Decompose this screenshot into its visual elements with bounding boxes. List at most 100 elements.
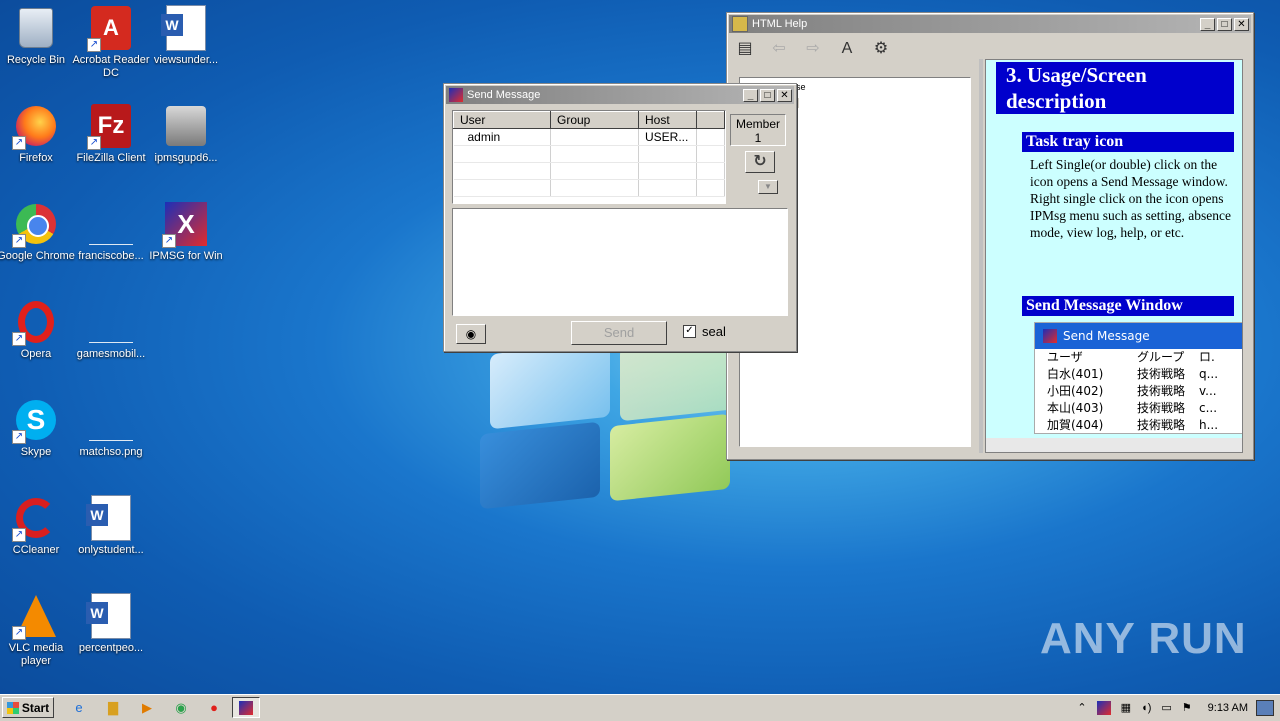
ipmsg-icon xyxy=(449,88,463,102)
embedded-screenshot: Send Message ユーザ グループ ロ. 白水(401) 技術戦略 q... 小… xyxy=(1034,322,1242,434)
taskbar: Start e ▇ ▶ ◉ ● ⌃ ▦ ◖) ▭ ⚑ 9:13 AM xyxy=(0,694,1280,721)
html-help-window: HTML Help _ □ ✕ ▤ ⇦ ⇨ A ⚙ panese glish 3… xyxy=(726,12,1254,460)
close-button[interactable]: ✕ xyxy=(1234,17,1249,31)
blank-file-icon xyxy=(89,424,133,441)
windows-logo-wallpaper xyxy=(480,333,740,510)
chevron-down-icon: ▼ xyxy=(764,182,772,191)
user-list[interactable]: User Group Host admin USER... xyxy=(452,110,726,204)
minimize-button[interactable]: _ xyxy=(1200,17,1215,31)
refresh-icon: ↻ xyxy=(753,153,767,170)
desktop-icon-ipmsgupd[interactable]: ipmsgupd6... xyxy=(147,104,225,165)
word-doc-icon: W xyxy=(86,593,131,639)
screenshot-row: 白水(401) 技術戦略 q... xyxy=(1047,367,1219,381)
section-heading-task-tray: Task tray icon xyxy=(1022,132,1234,152)
close-button[interactable]: ✕ xyxy=(777,88,792,102)
taskbar-ipmsg-button[interactable] xyxy=(232,697,260,718)
seal-checkbox-group[interactable]: ✓ seal xyxy=(683,324,726,339)
network-icon[interactable]: ▦ xyxy=(1121,701,1131,714)
screenshot-row: 加賀(404) 技術戦略 h... xyxy=(1047,418,1219,432)
send-message-titlebar[interactable]: Send Message _ □ ✕ xyxy=(446,86,794,104)
desktop-icon-recycle-bin[interactable]: Recycle Bin xyxy=(0,6,75,67)
maximize-button[interactable]: □ xyxy=(1217,17,1232,31)
column-header-host[interactable]: Host xyxy=(638,111,697,129)
seal-label: seal xyxy=(702,324,726,339)
seal-checkbox[interactable]: ✓ xyxy=(683,325,696,338)
cell-user: admin xyxy=(453,128,551,146)
start-button[interactable]: Start xyxy=(2,697,54,718)
desktop-icon-ccleaner[interactable]: ↗ CCleaner xyxy=(0,496,75,557)
capture-button[interactable]: ◉ xyxy=(456,324,486,344)
desktop-icon-skype[interactable]: S ↗ Skype xyxy=(0,398,75,459)
help-book-icon xyxy=(732,16,748,32)
column-header-user[interactable]: User xyxy=(453,111,551,129)
folder-icon[interactable]: ▇ xyxy=(104,699,122,717)
desktop-icon-percentpeo[interactable]: W percentpeo... xyxy=(72,593,150,655)
flag-icon[interactable]: ⚑ xyxy=(1182,701,1192,714)
desktop-icon-opera[interactable]: ↗ Opera xyxy=(0,300,75,361)
font-size-icon[interactable]: A xyxy=(837,39,857,59)
page-heading: 3. Usage/Screen description xyxy=(996,62,1234,114)
section-heading-send-message: Send Message Window xyxy=(1022,296,1234,316)
screenshot-header-row: ユーザ グループ ロ. xyxy=(1047,350,1215,364)
html-help-titlebar[interactable]: HTML Help _ □ ✕ xyxy=(729,15,1251,33)
opera-icon[interactable]: ● xyxy=(205,699,223,717)
windows-flag-icon xyxy=(6,701,19,714)
column-header-group[interactable]: Group xyxy=(550,111,639,129)
table-row[interactable]: admin USER... xyxy=(453,128,725,146)
desktop-icon-chrome[interactable]: ↗ Google Chrome xyxy=(0,202,75,263)
desktop-icon-vlc[interactable]: ↗ VLC media player xyxy=(0,594,75,668)
show-hidden-icons[interactable]: ⌃ xyxy=(1077,701,1086,714)
desktop-icon-viewsunder[interactable]: W viewsunder... xyxy=(147,5,225,67)
minimize-button[interactable]: _ xyxy=(743,88,758,102)
ipmsg-icon xyxy=(1043,329,1057,343)
clock[interactable]: 9:13 AM xyxy=(1208,702,1248,714)
ipmsg-tray-icon[interactable] xyxy=(1096,700,1111,715)
desktop-icon-acrobat[interactable]: A ↗ Acrobat Reader DC xyxy=(72,6,150,80)
maximize-button[interactable]: □ xyxy=(760,88,775,102)
refresh-button[interactable]: ↻ xyxy=(745,151,775,173)
desktop-icon-gamesmobil[interactable]: gamesmobil... xyxy=(72,300,150,361)
camera-icon: ◉ xyxy=(465,327,477,341)
desktop-icon-ipmsg[interactable]: X ↗ IPMSG for Win xyxy=(147,202,225,263)
forward-arrow-icon[interactable]: ⇨ xyxy=(803,39,823,59)
word-doc-icon: W xyxy=(86,495,131,541)
window-title: HTML Help xyxy=(752,18,808,30)
dropdown-button[interactable]: ▼ xyxy=(758,180,778,194)
desktop-icon-filezilla[interactable]: Fz ↗ FileZilla Client xyxy=(72,104,150,165)
send-message-window: Send Message _ □ ✕ User Group Host admin… xyxy=(443,83,797,352)
help-content-pane: 3. Usage/Screen description Task tray ic… xyxy=(985,59,1243,453)
desktop-icon-matchso[interactable]: matchso.png xyxy=(72,398,150,459)
word-doc-icon: W xyxy=(161,5,206,51)
ipmsg-icon xyxy=(239,701,253,715)
media-player-icon[interactable]: ▶ xyxy=(138,699,156,717)
send-button[interactable]: Send xyxy=(571,321,667,345)
cell-group xyxy=(550,128,639,146)
member-count: 1 xyxy=(754,131,762,145)
screenshot-row: 本山(403) 技術戦略 c... xyxy=(1047,401,1218,415)
system-tray: ⌃ ▦ ◖) ▭ ⚑ 9:13 AM xyxy=(1077,697,1248,718)
desktop-icon-franciscobe[interactable]: franciscobe... xyxy=(72,202,150,263)
back-arrow-icon[interactable]: ⇦ xyxy=(769,39,789,59)
recycle-bin-icon xyxy=(19,8,53,48)
anyrun-watermark: ANY RUN xyxy=(1040,614,1247,663)
installer-icon xyxy=(166,106,206,146)
desktop-icon-onlystudent[interactable]: W onlystudent... xyxy=(72,495,150,557)
blank-file-icon xyxy=(89,326,133,343)
horizontal-scrollbar[interactable] xyxy=(986,438,1242,452)
message-input[interactable] xyxy=(452,208,788,316)
volume-icon[interactable]: ◖) xyxy=(1141,702,1151,714)
power-icon[interactable]: ▭ xyxy=(1161,701,1171,714)
options-icon[interactable]: ⚙ xyxy=(871,39,891,59)
blank-file-icon xyxy=(89,228,133,245)
pane-splitter[interactable] xyxy=(979,59,983,453)
ie-icon[interactable]: e xyxy=(70,699,88,717)
desktop-icon-firefox[interactable]: ↗ Firefox xyxy=(0,104,75,165)
hide-pane-icon[interactable]: ▤ xyxy=(735,39,755,59)
member-label: Member xyxy=(735,117,780,131)
chrome-icon[interactable]: ◉ xyxy=(172,699,190,717)
screenshot-row: 小田(402) 技術戦略 v... xyxy=(1047,384,1217,398)
window-title: Send Message xyxy=(467,89,541,101)
member-count-box: Member 1 xyxy=(730,114,786,146)
show-desktop-button[interactable] xyxy=(1256,700,1274,716)
section-text-task-tray: Left Single(or double) click on the icon… xyxy=(1030,157,1231,240)
